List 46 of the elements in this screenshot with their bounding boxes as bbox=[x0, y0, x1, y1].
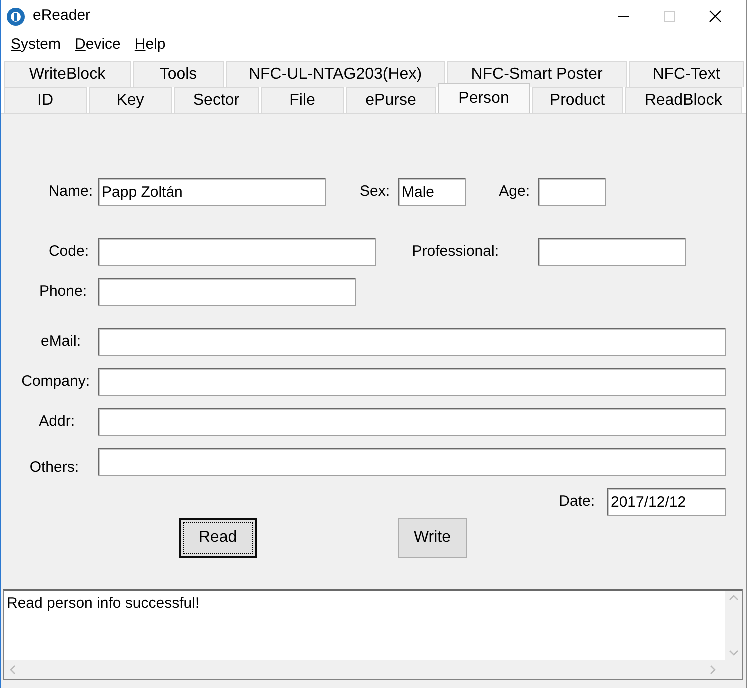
tab[interactable]: NFC-Smart Poster bbox=[447, 61, 627, 87]
tab[interactable]: Key bbox=[89, 87, 172, 113]
minimize-icon bbox=[618, 16, 628, 18]
button[interactable]: Write bbox=[398, 518, 467, 558]
input-field[interactable] bbox=[98, 368, 726, 396]
tab[interactable]: File bbox=[261, 87, 344, 113]
window-title: eReader bbox=[33, 6, 91, 26]
button[interactable]: Read bbox=[179, 518, 257, 558]
field-label: Age: bbox=[498, 182, 530, 202]
menu-item[interactable]: Device bbox=[68, 34, 128, 56]
input-field[interactable] bbox=[98, 408, 726, 436]
tab[interactable]: NFC-Text bbox=[629, 61, 744, 87]
input-field[interactable] bbox=[98, 238, 376, 266]
input-field[interactable] bbox=[538, 178, 606, 206]
field-label: Phone: bbox=[38, 282, 87, 302]
tab[interactable]: ID bbox=[4, 87, 87, 113]
close-icon bbox=[708, 10, 722, 23]
input-field[interactable]: Male bbox=[398, 178, 466, 206]
input-field[interactable]: Papp Zoltán bbox=[98, 178, 326, 206]
tab[interactable]: ePurse bbox=[346, 87, 436, 113]
field-label: Code: bbox=[48, 242, 89, 262]
tab[interactable]: WriteBlock bbox=[4, 61, 131, 87]
field-label: Addr: bbox=[38, 412, 75, 432]
field-label: Professional: bbox=[411, 242, 499, 262]
input-field[interactable]: 2017/12/12 bbox=[607, 488, 726, 516]
tab[interactable]: Person bbox=[438, 83, 530, 113]
log-text: Read person info successful! bbox=[4, 591, 725, 660]
field-label: Company: bbox=[20, 372, 90, 392]
menu-item[interactable]: Help bbox=[128, 34, 173, 56]
maximize-icon bbox=[664, 11, 674, 22]
field-label: Sex: bbox=[358, 182, 390, 202]
field-label: Name: bbox=[48, 182, 93, 202]
tab[interactable]: ReadBlock bbox=[625, 87, 742, 113]
input-field[interactable] bbox=[98, 278, 356, 306]
field-label: Others: bbox=[28, 458, 79, 478]
tab[interactable]: NFC-UL-NTAG203(Hex) bbox=[226, 61, 445, 87]
field-label: eMail: bbox=[40, 332, 81, 352]
input-field[interactable] bbox=[98, 448, 726, 476]
app-icon bbox=[7, 8, 25, 26]
tab[interactable]: Product bbox=[532, 87, 623, 113]
tab[interactable]: Tools bbox=[133, 61, 224, 87]
field-label: Date: bbox=[558, 492, 595, 512]
tab[interactable]: Sector bbox=[174, 87, 259, 113]
menu-item[interactable]: System bbox=[4, 34, 68, 56]
input-field[interactable] bbox=[538, 238, 686, 266]
input-field[interactable] bbox=[98, 328, 726, 356]
